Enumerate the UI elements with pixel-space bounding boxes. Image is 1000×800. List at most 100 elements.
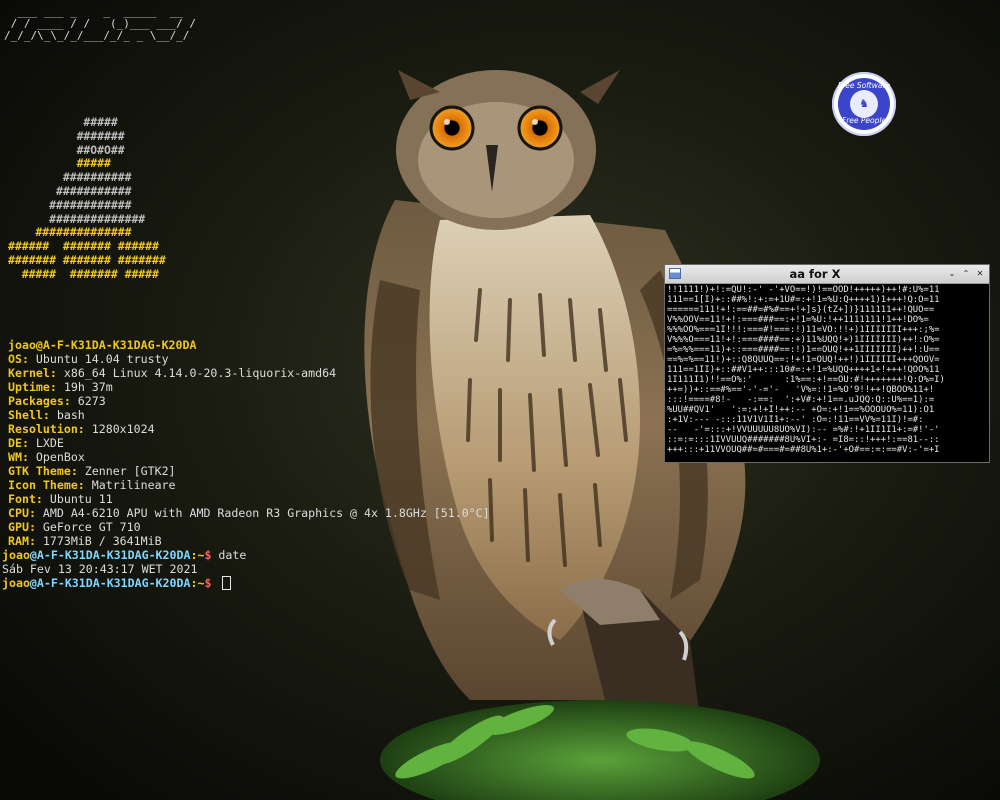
sysinfo-key: Uptime: [8, 380, 57, 394]
prompt-user: joao [2, 548, 30, 562]
aa-for-x-window[interactable]: aa for X ⌄ ⌃ ✕ !!1111!)+!:=QU!:-' -'+VO=… [664, 264, 990, 463]
terminal-command-line: joao@A-F-K31DA-K31DAG-K20DA:~$ date [2, 548, 246, 562]
window-title: aa for X [789, 267, 841, 281]
ascii-line: ::=:=:::1IVVUUQ#######8U%VI+:- =I8=::!++… [667, 435, 940, 445]
badge-top-text: Free Software [837, 81, 891, 90]
logo-line: ##O#O## [8, 142, 125, 157]
ascii-line: ++=))+::==#%=='-'-='- 'V%=:!1=%O'9!!++!Q… [667, 385, 935, 395]
sysinfo-value: Matrilineare [84, 478, 176, 492]
logo-line: ############ [8, 197, 132, 212]
maximize-icon[interactable]: ⌃ [961, 265, 971, 283]
distro-ascii-logo: ##### ####### ##O#O## ##### ########## #… [8, 115, 166, 282]
sysinfo-value: 1773MiB / 3641MiB [35, 534, 162, 548]
terminal-active-prompt[interactable]: joao@A-F-K31DA-K31DAG-K20DA:~$ [2, 576, 246, 590]
sysinfo-row-packages: Packages: 6273 [8, 394, 490, 408]
terminal-session[interactable]: joao@A-F-K31DA-K31DAG-K20DA:~$ date Sáb … [2, 548, 246, 590]
sysinfo-row-de: DE: LXDE [8, 436, 490, 450]
logo-line: ##### [8, 115, 118, 129]
ascii-line: :+1V:--- -:::11V1V1I1+:--' :O=:!11==VV%=… [667, 415, 924, 425]
ascii-line: 1I111I1)!!==O%:' :1%==:+!==OU:#!+++++++!… [667, 375, 945, 385]
terminal-output-line: Sáb Fev 13 20:43:17 WET 2021 [2, 562, 198, 576]
sysinfo-value: x86_64 Linux 4.14.0-20.3-liquorix-amd64 [56, 366, 337, 380]
sysinfo-row-font: Font: Ubuntu 11 [8, 492, 490, 506]
logo-line: ####### ####### ####### [8, 252, 166, 267]
ascii-art-render: !!1111!)+!:=QU!:-' -'+VO==!)!==OOD!+++++… [667, 285, 987, 455]
minimize-icon[interactable]: ⌄ [947, 265, 957, 283]
sysinfo-value: OpenBox [28, 450, 85, 464]
ascii-line: 111==1[I)+::##%!:+:=+1U#=:+!1=%U:Q++++1)… [667, 295, 940, 305]
sysinfo-value: Ubuntu 11 [42, 492, 113, 506]
sysinfo-user-host: joao@A-F-K31DA-K31DAG-K20DA [8, 338, 490, 352]
prompt-host: @A-F-K31DA-K31DAG-K20DA [29, 576, 191, 590]
close-icon[interactable]: ✕ [975, 265, 985, 283]
ascii-line: ==%=%==11!)+::Q8QUUQ==:!+!1=OUQ!++!)1III… [667, 355, 940, 365]
sysinfo-key: Resolution: [8, 422, 85, 436]
sysinfo-username: joao [8, 338, 36, 352]
terminal-overlay[interactable]: ___ ___ _ _ _____ __ / / ____ / / (_)___… [0, 0, 660, 800]
prompt-sign: $ [204, 548, 219, 562]
sysinfo-value: Ubuntu 14.04 trusty [28, 352, 169, 366]
ascii-line: %%%OO%===1I!!!:===#!===:!)11=VO:!!+)1III… [667, 325, 940, 335]
system-info-panel: joao@A-F-K31DA-K31DAG-K20DA OS: Ubuntu 1… [8, 338, 490, 548]
ascii-line: :::!====#8!- -:==: ':+V#:+!1==.uJQQ:Q::U… [667, 395, 935, 405]
window-controls: ⌄ ⌃ ✕ [947, 265, 985, 283]
sysinfo-key: Shell: [8, 408, 50, 422]
ascii-line: =%=%%===11)+::===####==:!)1==OUQ!++1IIII… [667, 345, 940, 355]
ascii-line: -- -'=:::+!VVUUUUU8UO%VI):-- =%#:!+1II1I… [667, 425, 940, 435]
terminal-cursor[interactable] [222, 576, 232, 590]
ascii-line: +++:::+11VVOUQ##=#===#=##8U%1+:-'+O#==:=… [667, 445, 940, 455]
ascii-line: !!1111!)+!:=QU!:-' -'+VO==!)!==OOD!+++++… [667, 285, 940, 295]
sysinfo-row-wm: WM: OpenBox [8, 450, 490, 464]
sysinfo-key: GTK Theme: [8, 464, 78, 478]
logo-line: ############## [8, 211, 146, 226]
sysinfo-value: LXDE [28, 436, 64, 450]
free-software-badge: ♞ Free Software Free People [832, 72, 896, 136]
prompt-user: joao [2, 576, 30, 590]
badge-bottom-text: Free People [841, 116, 887, 125]
ascii-banner-line: /_/_/\_\_/_/___/_/_ _ \__/_/ [4, 29, 190, 42]
logo-line: ####### [8, 128, 125, 143]
logo-line: ########## [8, 170, 132, 185]
ascii-art-canvas[interactable]: !!1111!)+!:=QU!:-' -'+VO==!)!==OOD!+++++… [667, 285, 987, 461]
sysinfo-row-gtk-theme: GTK Theme: Zenner [GTK2] [8, 464, 490, 478]
logo-line: ##### ####### ##### [8, 266, 159, 281]
sysinfo-value: 1280x1024 [84, 422, 155, 436]
sysinfo-row-os: OS: Ubuntu 14.04 trusty [8, 352, 490, 366]
ascii-line: ======111!+!:==##=#%#==+!+]s}(tZ+])}1111… [667, 305, 935, 315]
sysinfo-row-icon-theme: Icon Theme: Matrilineare [8, 478, 490, 492]
prompt-sign: $ [204, 576, 219, 590]
gnu-head-icon: ♞ [859, 97, 869, 110]
prompt-path: :~ [190, 576, 205, 590]
sysinfo-key: Packages: [8, 394, 71, 408]
ascii-art-banner: ___ ___ _ _ _____ __ / / ____ / / (_)___… [4, 6, 196, 42]
sysinfo-value: AMD A4-6210 APU with AMD Radeon R3 Graph… [35, 506, 490, 520]
sysinfo-row-shell: Shell: bash [8, 408, 490, 422]
sysinfo-row-uptime: Uptime: 19h 37m [8, 380, 490, 394]
sysinfo-key: Font: [8, 492, 43, 506]
ascii-line: V%%%O===11!+!:===####==:+)11%UQQ!+)1IIII… [667, 335, 940, 345]
window-titlebar[interactable]: aa for X ⌄ ⌃ ✕ [665, 265, 989, 284]
sysinfo-row-kernel: Kernel: x86_64 Linux 4.14.0-20.3-liquori… [8, 366, 490, 380]
sysinfo-row-gpu: GPU: GeForce GT 710 [8, 520, 490, 534]
logo-line: ###### ####### ###### [8, 239, 159, 254]
sysinfo-key: WM: [8, 450, 29, 464]
sysinfo-value: GeForce GT 710 [35, 520, 141, 534]
sysinfo-key: RAM: [8, 534, 36, 548]
sysinfo-row-resolution: Resolution: 1280x1024 [8, 422, 490, 436]
sysinfo-value: bash [49, 408, 85, 422]
ascii-line: 111==1II)+::##V1++:::10#=:+!1=%UQQ++++1+… [667, 365, 940, 375]
sysinfo-key: OS: [8, 352, 29, 366]
logo-line: ##### [8, 156, 111, 171]
sysinfo-value: 19h 37m [56, 380, 113, 394]
sysinfo-key: DE: [8, 436, 29, 450]
sysinfo-key: CPU: [8, 506, 36, 520]
ascii-line: V%%OOV==11!+!:===###==:+!1=%U:!++1111111… [667, 315, 929, 325]
sysinfo-value: Zenner [GTK2] [77, 464, 176, 478]
sysinfo-value: 6273 [70, 394, 106, 408]
sysinfo-hostname: A-F-K31DA-K31DAG-K20DA [42, 338, 197, 352]
prompt-host: @A-F-K31DA-K31DAG-K20DA [29, 548, 191, 562]
sysinfo-key: GPU: [8, 520, 36, 534]
sysinfo-row-cpu: CPU: AMD A4-6210 APU with AMD Radeon R3 … [8, 506, 490, 520]
terminal-command: date [218, 548, 247, 562]
sysinfo-key: Kernel: [8, 366, 57, 380]
